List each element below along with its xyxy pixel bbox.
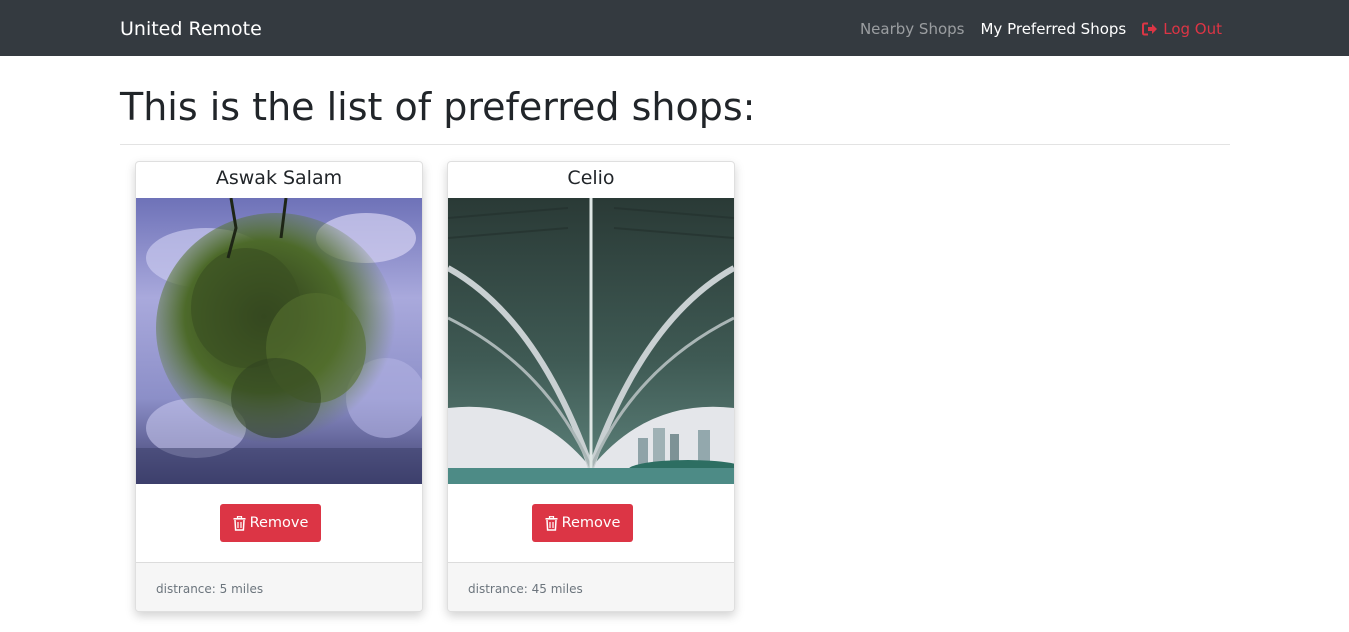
trash-icon xyxy=(545,515,558,531)
shop-name: Aswak Salam xyxy=(215,167,343,189)
shop-name: Celio xyxy=(567,167,615,189)
shop-card: Celio Remove distrance: 45 miles xyxy=(447,161,735,612)
top-navbar: United Remote Nearby Shops My Preferred … xyxy=(0,0,1349,56)
sign-out-icon xyxy=(1142,22,1158,36)
distance-text: distrance: 5 miles xyxy=(156,582,264,596)
nav-links: Nearby Shops My Preferred Shops Log Out xyxy=(844,18,1222,40)
distance-text: distrance: 45 miles xyxy=(468,582,583,596)
shop-image xyxy=(136,198,422,484)
title-divider xyxy=(120,144,1230,145)
shop-card: Aswak Salam Remove distrance: 5 miles xyxy=(135,161,423,612)
nav-link-preferred-shops[interactable]: My Preferred Shops xyxy=(980,18,1126,40)
remove-button-label: Remove xyxy=(561,515,621,531)
card-footer: distrance: 5 miles xyxy=(136,562,422,611)
brand-link[interactable]: United Remote xyxy=(120,17,262,41)
card-footer: distrance: 45 miles xyxy=(448,562,734,611)
logout-label: Log Out xyxy=(1163,20,1222,38)
remove-button[interactable]: Remove xyxy=(532,504,633,542)
page-title: This is the list of preferred shops: xyxy=(120,85,756,129)
remove-button[interactable]: Remove xyxy=(220,504,321,542)
trash-icon xyxy=(233,515,246,531)
logout-link[interactable]: Log Out xyxy=(1142,18,1222,40)
remove-button-label: Remove xyxy=(249,515,309,531)
nav-link-nearby-shops[interactable]: Nearby Shops xyxy=(860,18,965,40)
shop-image xyxy=(448,198,734,484)
